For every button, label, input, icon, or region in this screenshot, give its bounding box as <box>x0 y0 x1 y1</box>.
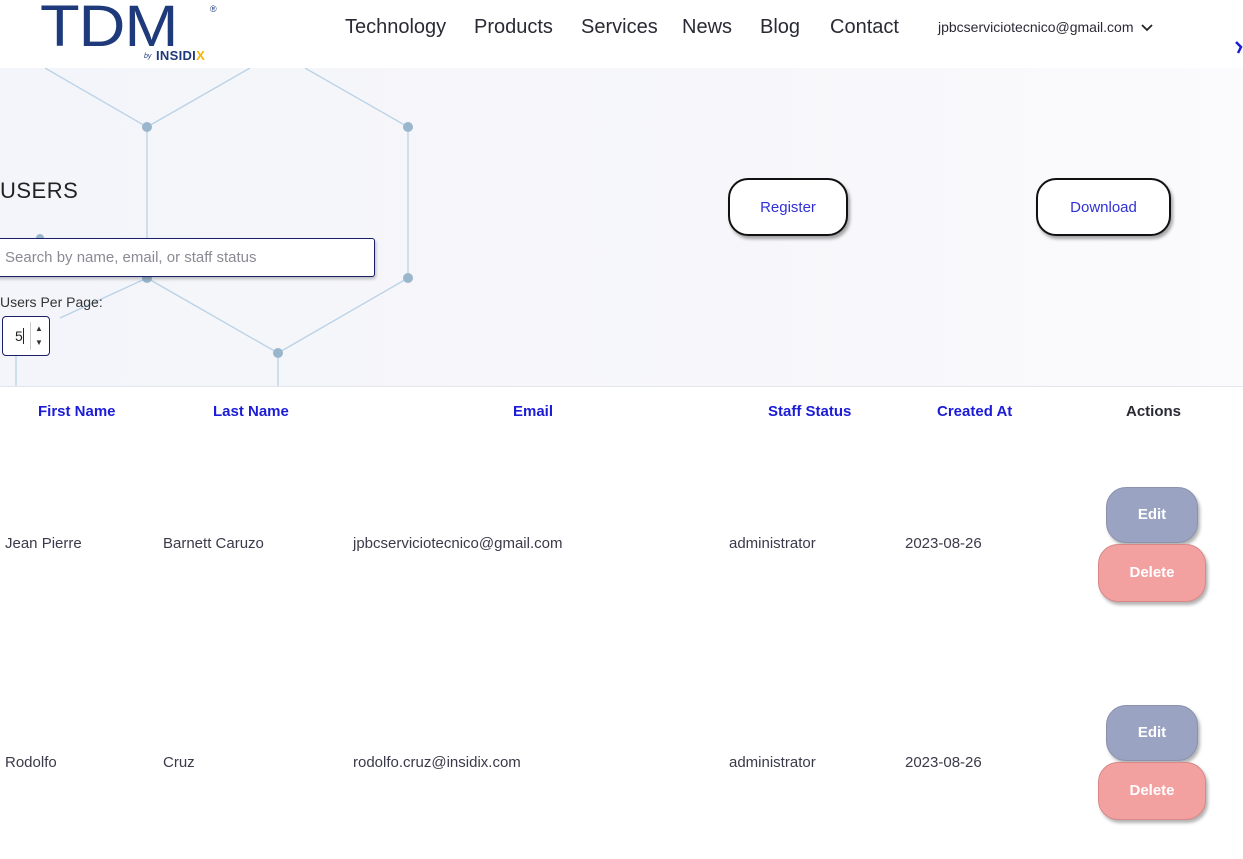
column-header-email[interactable]: Email <box>513 403 553 420</box>
stepper-down-icon[interactable]: ▼ <box>31 336 47 350</box>
nav-blog[interactable]: Blog <box>760 16 800 39</box>
users-per-page-stepper[interactable]: 5 ▲ ▼ <box>2 316 50 356</box>
cursor-fragment-icon <box>1235 41 1243 54</box>
search-input[interactable] <box>0 238 375 277</box>
column-header-actions: Actions <box>1126 403 1182 420</box>
nav-technology[interactable]: Technology <box>345 16 446 39</box>
cell-last-name: Cruz <box>163 754 195 771</box>
users-per-page-value: 5 <box>15 328 23 344</box>
cell-staff-status: administrator <box>729 535 816 552</box>
stepper-spin[interactable]: ▲ ▼ <box>30 322 47 350</box>
section-divider <box>0 386 1243 387</box>
cell-created-at: 2023-08-26 <box>905 754 982 771</box>
logo-by: by <box>144 53 152 60</box>
column-header-staff-status[interactable]: Staff Status <box>768 403 851 420</box>
register-button[interactable]: Register <box>728 178 848 236</box>
top-header: TDM ® by INSIDIX Technology Products Ser… <box>0 0 1243 68</box>
cell-first-name: Rodolfo <box>5 754 57 771</box>
column-header-first-name[interactable]: First Name <box>38 403 116 420</box>
edit-button[interactable]: Edit <box>1106 487 1198 543</box>
logo-brand: INSIDIX <box>156 48 206 63</box>
delete-button[interactable]: Delete <box>1098 544 1206 602</box>
nav-news[interactable]: News <box>682 16 732 39</box>
column-header-last-name[interactable]: Last Name <box>213 403 289 420</box>
cell-email: rodolfo.cruz@insidix.com <box>353 754 521 771</box>
cell-staff-status: administrator <box>729 754 816 771</box>
cell-created-at: 2023-08-26 <box>905 535 982 552</box>
download-button[interactable]: Download <box>1036 178 1171 236</box>
text-caret <box>23 328 24 344</box>
cell-email: jpbcserviciotecnico@gmail.com <box>353 535 563 552</box>
chevron-down-icon <box>1141 24 1154 32</box>
tdm-logo[interactable]: TDM ® by INSIDIX <box>40 0 220 64</box>
user-menu[interactable]: jpbcserviciotecnico@gmail.com <box>938 19 1154 35</box>
edit-button[interactable]: Edit <box>1106 705 1198 761</box>
nav-services[interactable]: Services <box>581 16 658 39</box>
cell-first-name: Jean Pierre <box>5 535 82 552</box>
logo-registered: ® <box>210 4 217 14</box>
cell-last-name: Barnett Caruzo <box>163 535 264 552</box>
users-per-page-label: Users Per Page: <box>0 294 103 310</box>
nav-products[interactable]: Products <box>474 16 553 39</box>
column-header-created-at[interactable]: Created At <box>937 403 1012 420</box>
delete-button[interactable]: Delete <box>1098 762 1206 820</box>
nav-contact[interactable]: Contact <box>830 16 899 39</box>
stepper-up-icon[interactable]: ▲ <box>31 322 47 336</box>
user-email: jpbcserviciotecnico@gmail.com <box>938 19 1134 35</box>
page-title: USERS <box>0 178 79 203</box>
